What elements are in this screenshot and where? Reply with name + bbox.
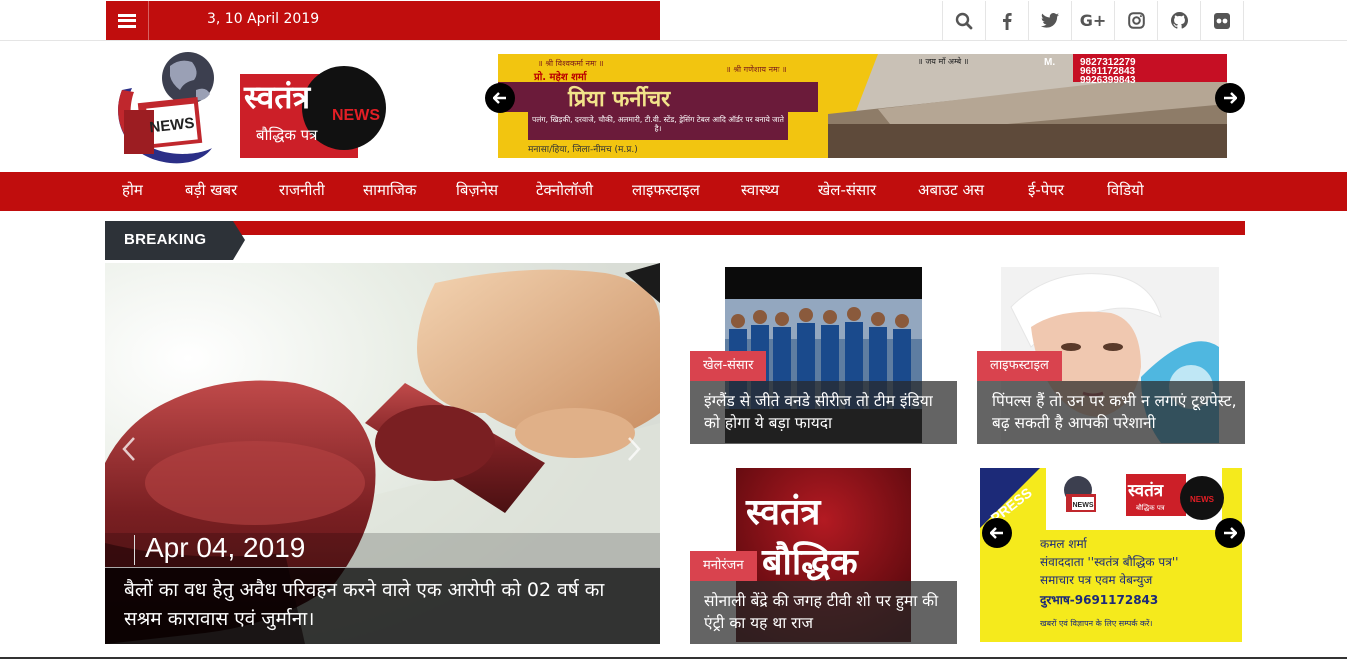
site-logo-text[interactable]: स्वतंत्र बौद्धिक पत्र NEWS xyxy=(240,62,388,160)
nav-politics[interactable]: राजनीती xyxy=(279,180,325,200)
card-entertainment-title[interactable]: सोनाली बेंद्रे की जगह टीवी शो पर हुमा की… xyxy=(704,590,949,634)
search-icon[interactable] xyxy=(943,1,986,40)
card-entertainment-category[interactable]: मनोरंजन xyxy=(690,551,757,581)
press-footer: खबरों एवं विज्ञापन के लिए सम्पर्क करें। xyxy=(1040,618,1152,628)
twitter-icon[interactable] xyxy=(1029,1,1072,40)
press-logo-badge-small: NEWS xyxy=(1073,502,1094,509)
social-links: G+ xyxy=(942,1,1244,40)
press-logo-sub: बौद्धिक पत्र xyxy=(1136,503,1165,512)
site-logo-globe[interactable]: NEWS xyxy=(110,50,218,166)
press-next-arrow[interactable] xyxy=(1215,518,1245,548)
logo-badge: NEWS xyxy=(332,107,380,124)
facebook-icon[interactable] xyxy=(986,1,1029,40)
nav-technology[interactable]: टेक्नोलॉजी xyxy=(536,180,593,200)
current-date: 3, 10 April 2019 xyxy=(207,11,320,27)
nav-about-us[interactable]: अबाउट अस xyxy=(918,180,984,200)
banner-address: मनासा/हिया, जिला-नीमच (म.प्र.) xyxy=(528,143,638,155)
card-cricket-title[interactable]: इंग्लैंड से जीते वनडे सीरीज तो टीम इंडिय… xyxy=(704,390,949,434)
logo-sub: बौद्धिक पत्र xyxy=(256,126,318,144)
press-line-4: दुरभाष-9691172843 xyxy=(1039,593,1158,608)
banner-line3: ॥ जय माँ अम्बे ॥ xyxy=(918,56,968,66)
hamburger-icon xyxy=(118,13,136,28)
nav-social[interactable]: सामाजिक xyxy=(363,180,416,200)
banner-owner: प्रो. महेश शर्मा xyxy=(533,70,588,83)
nav-business[interactable]: बिज़नेस xyxy=(456,180,498,200)
banner-shop: प्रिया फर्नीचर xyxy=(567,85,671,112)
flickr-icon[interactable] xyxy=(1201,1,1244,40)
breaking-bar xyxy=(105,221,1245,235)
nav-lifestyle[interactable]: लाइफस्टाइल xyxy=(632,180,700,200)
press-line-1: कमल शर्मा xyxy=(1040,537,1088,551)
top-bar-red xyxy=(106,1,660,40)
card-press-ad[interactable]: PRESS NEWS स्वतंत्र बौद्धिक पत्र NEWS कम… xyxy=(980,468,1242,642)
banner-line2: ॥ श्री गणेशाय नमः ॥ xyxy=(726,64,787,74)
googleplus-icon[interactable]: G+ xyxy=(1072,1,1115,40)
banner-phone-3: 9926399843 xyxy=(1080,75,1136,86)
slider-prev-arrow[interactable] xyxy=(121,436,137,469)
nav-video[interactable]: विडियो xyxy=(1107,180,1144,200)
menu-button[interactable] xyxy=(106,1,149,40)
press-prev-arrow[interactable] xyxy=(982,518,1012,548)
nav-top-news[interactable]: बड़ी खबर xyxy=(185,180,237,200)
main-nav: होम बड़ी खबर राजनीती सामाजिक बिज़नेस टेक… xyxy=(0,172,1347,211)
ad-banner[interactable]: ॥ श्री विश्वकर्मा नमः ॥ ॥ श्री गणेशाय नम… xyxy=(498,54,1227,158)
card-lifestyle-title[interactable]: पिंपल्स हैं तो उन पर कभी न लगाएं टूथपेस्… xyxy=(992,390,1237,434)
press-logo-badge: NEWS xyxy=(1190,495,1215,504)
card-entertainment-image-text-2: बौद्धिक xyxy=(761,541,859,583)
main-post-title[interactable]: बैलों का वध हेतु अवैध परिवहन करने वाले ए… xyxy=(124,576,644,634)
banner-phone-label: M. xyxy=(1044,57,1055,68)
main-date-divider xyxy=(134,535,135,565)
press-logo-name: स्वतंत्र xyxy=(1127,481,1164,501)
nav-epaper[interactable]: ई-पेपर xyxy=(1028,180,1064,200)
card-lifestyle-category[interactable]: लाइफस्टाइल xyxy=(977,351,1062,381)
main-post-date: Apr 04, 2019 xyxy=(145,532,306,563)
instagram-icon[interactable] xyxy=(1115,1,1158,40)
logo-name: स्वतंत्र xyxy=(243,78,311,116)
nav-sports[interactable]: खेल-संसार xyxy=(818,180,876,200)
nav-health[interactable]: स्वास्थ्य xyxy=(741,180,779,200)
banner-next-arrow[interactable] xyxy=(1215,83,1245,113)
slider-next-arrow[interactable] xyxy=(626,436,642,469)
banner-line1: ॥ श्री विश्वकर्मा नमः ॥ xyxy=(538,58,604,68)
github-icon[interactable] xyxy=(1158,1,1201,40)
card-cricket-category[interactable]: खेल-संसार xyxy=(690,351,767,381)
breaking-label: BREAKING xyxy=(124,231,207,248)
nav-home[interactable]: होम xyxy=(122,180,143,200)
banner-prev-arrow[interactable] xyxy=(485,83,515,113)
banner-services: पलंग, खिड़की, दरवाजे, चौकी, अलमारी, टी.व… xyxy=(532,115,784,133)
card-entertainment-image-text-1: स्वतंत्र xyxy=(745,492,822,533)
press-line-2: संवाददाता ''स्वतंत्र बौद्धिक पत्र'' xyxy=(1040,555,1178,569)
press-line-3: समाचार पत्र एवम वेबन्युज xyxy=(1040,573,1153,588)
